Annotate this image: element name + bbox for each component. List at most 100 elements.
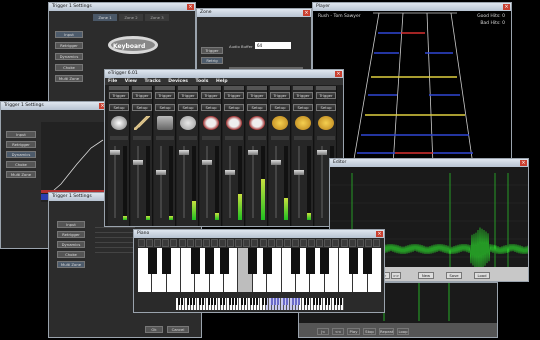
side-button-dynamics[interactable]: Dynamics	[55, 53, 83, 60]
channel-setup-button[interactable]: Setup	[224, 104, 244, 111]
side-button-dynamics[interactable]: Dynamics	[57, 241, 85, 248]
black-key[interactable]	[319, 248, 330, 274]
black-key[interactable]	[291, 248, 301, 274]
pan-knob[interactable]	[248, 136, 266, 140]
ok-button[interactable]: Ok	[145, 326, 163, 333]
black-key[interactable]	[248, 248, 258, 274]
channel-trigger-button[interactable]: Trigger	[178, 92, 198, 99]
fader-track[interactable]	[321, 146, 323, 218]
side-button-retrigger[interactable]: Retrigger	[57, 231, 85, 238]
channel-trigger-button[interactable]: Trigger	[247, 92, 267, 99]
mini-black-key[interactable]	[190, 298, 192, 305]
mini-black-key[interactable]	[187, 298, 189, 305]
mini-black-key[interactable]	[319, 298, 321, 305]
channel-setup-button[interactable]: Setup	[247, 104, 267, 111]
side-button-input[interactable]: Input	[55, 31, 83, 38]
rewind-button[interactable]: <<	[332, 328, 344, 335]
channel-trigger-button[interactable]: Trigger	[109, 92, 129, 99]
close-icon[interactable]: ×	[335, 71, 342, 77]
mini-black-key[interactable]	[262, 298, 264, 305]
channel-trigger-button[interactable]: Trigger	[155, 92, 175, 99]
mini-black-key[interactable]	[220, 298, 222, 305]
zone-tab[interactable]: Zone 2	[119, 14, 143, 21]
fader-knob[interactable]	[110, 150, 120, 155]
pan-knob[interactable]	[156, 136, 174, 140]
fader-track[interactable]	[252, 146, 254, 218]
channel-setup-button[interactable]: Setup	[293, 104, 313, 111]
mini-black-key[interactable]	[235, 298, 237, 305]
sticks-icon[interactable]	[134, 116, 150, 130]
rewind-start-button[interactable]: |<	[317, 328, 329, 335]
tom-icon[interactable]	[226, 116, 242, 130]
mini-black-key[interactable]	[304, 298, 306, 305]
tom-icon[interactable]	[249, 116, 265, 130]
close-icon[interactable]: ×	[503, 4, 510, 10]
close-icon[interactable]: ×	[187, 4, 194, 10]
channel-setup-button[interactable]: Setup	[109, 104, 129, 111]
black-key[interactable]	[305, 248, 315, 274]
pan-knob[interactable]	[202, 136, 220, 140]
mini-black-key[interactable]	[328, 298, 330, 305]
pan-knob[interactable]	[179, 136, 197, 140]
menu-view[interactable]: View	[125, 79, 137, 84]
black-key[interactable]	[162, 248, 172, 274]
mini-black-key[interactable]	[229, 298, 231, 305]
side-button-choke[interactable]: Choke	[6, 161, 36, 168]
fader-track[interactable]	[206, 146, 208, 218]
close-icon[interactable]: ×	[303, 10, 310, 16]
menu-devices[interactable]: Devices	[168, 79, 188, 84]
mini-black-key[interactable]	[334, 298, 336, 305]
channel-trigger-button[interactable]: Trigger	[270, 92, 290, 99]
fader-knob[interactable]	[271, 160, 281, 165]
pan-knob[interactable]	[225, 136, 243, 140]
pan-knob[interactable]	[133, 136, 151, 140]
cymbal-icon[interactable]	[111, 116, 127, 130]
menu-tracks[interactable]: Tracks	[145, 79, 161, 84]
retrig-button[interactable]: Retrig	[201, 57, 223, 64]
mini-black-key[interactable]	[244, 298, 246, 305]
close-icon[interactable]: ×	[520, 160, 527, 166]
mini-black-key[interactable]	[313, 298, 315, 305]
black-key[interactable]	[219, 248, 229, 274]
fader-knob[interactable]	[202, 160, 212, 165]
side-button-input[interactable]: Input	[57, 221, 85, 228]
mini-black-key[interactable]	[232, 298, 234, 305]
channel-setup-button[interactable]: Setup	[178, 104, 198, 111]
mini-black-key[interactable]	[178, 298, 180, 305]
cancel-button[interactable]: Cancel	[167, 326, 189, 333]
black-key[interactable]	[363, 248, 373, 274]
play-button[interactable]: Play	[347, 328, 360, 335]
channel-trigger-button[interactable]: Trigger	[316, 92, 336, 99]
pan-knob[interactable]	[317, 136, 335, 140]
fast-forward-button[interactable]: >>	[391, 272, 401, 279]
mini-keyboard[interactable]	[176, 298, 344, 310]
snare-icon[interactable]	[180, 116, 196, 130]
trigger-button[interactable]: Trigger	[201, 47, 223, 54]
fader-track[interactable]	[114, 146, 116, 218]
mini-black-key[interactable]	[292, 298, 294, 305]
zone-tab[interactable]: Zone 1	[93, 14, 117, 21]
mini-black-key[interactable]	[256, 298, 258, 305]
load-button[interactable]: Load	[474, 272, 490, 279]
mini-black-key[interactable]	[307, 298, 309, 305]
mini-black-key[interactable]	[250, 298, 252, 305]
mini-black-key[interactable]	[340, 298, 342, 305]
black-key[interactable]	[147, 248, 157, 274]
cymbal-gold-icon[interactable]	[318, 116, 334, 130]
pan-knob[interactable]	[271, 136, 289, 140]
side-button-multizone[interactable]: Multi Zone	[55, 75, 83, 82]
side-button-choke[interactable]: Choke	[55, 64, 83, 71]
mini-black-key[interactable]	[253, 298, 255, 305]
side-button-input[interactable]: Input	[6, 131, 36, 138]
menu-help[interactable]: Help	[216, 79, 228, 84]
fader-knob[interactable]	[156, 170, 166, 175]
mini-black-key[interactable]	[199, 298, 201, 305]
loop-button[interactable]: Loop	[397, 328, 409, 335]
mini-black-key[interactable]	[265, 298, 267, 305]
mini-black-key[interactable]	[223, 298, 225, 305]
mini-black-key[interactable]	[208, 298, 210, 305]
channel-trigger-button[interactable]: Trigger	[201, 92, 221, 99]
channel-setup-button[interactable]: Setup	[201, 104, 221, 111]
mini-black-key[interactable]	[271, 298, 273, 305]
fader-track[interactable]	[229, 146, 231, 218]
